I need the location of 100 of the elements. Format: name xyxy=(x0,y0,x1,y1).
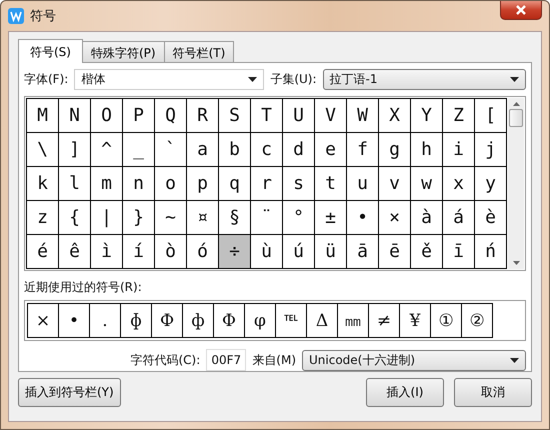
symbol-cell[interactable]: m xyxy=(91,167,123,201)
recent-symbol-cell[interactable]: ф xyxy=(183,304,214,337)
close-button[interactable] xyxy=(500,1,542,20)
symbol-cell[interactable]: e xyxy=(315,133,347,167)
symbol-cell[interactable]: ¨ xyxy=(251,201,283,235)
symbol-cell[interactable]: ù xyxy=(251,235,283,269)
cancel-button[interactable]: 取消 xyxy=(454,378,532,407)
scroll-down-icon[interactable] xyxy=(512,261,520,265)
symbol-cell[interactable]: ń xyxy=(475,235,507,269)
recent-symbol-cell[interactable]: ℡ xyxy=(276,304,307,337)
symbol-cell[interactable]: ú xyxy=(283,235,315,269)
from-dropdown[interactable]: Unicode(十六进制) xyxy=(302,350,526,370)
symbol-cell[interactable]: ° xyxy=(283,201,315,235)
recent-symbol-cell[interactable]: φ xyxy=(245,304,276,337)
recent-symbol-cell[interactable]: • xyxy=(59,304,90,337)
symbol-cell[interactable]: ¤ xyxy=(187,201,219,235)
symbol-cell[interactable]: Z xyxy=(443,99,475,133)
tab[interactable]: 符号(S) xyxy=(18,39,83,63)
symbol-cell[interactable]: R xyxy=(187,99,219,133)
symbol-cell[interactable]: v xyxy=(379,167,411,201)
symbol-cell[interactable]: y xyxy=(475,167,507,201)
symbol-cell[interactable]: ~ xyxy=(155,201,187,235)
symbol-cell[interactable]: n xyxy=(123,167,155,201)
symbol-cell[interactable]: • xyxy=(347,201,379,235)
symbol-cell[interactable]: ü xyxy=(315,235,347,269)
tab[interactable]: 特殊字符(P) xyxy=(82,41,165,62)
symbol-cell[interactable]: T xyxy=(251,99,283,133)
recent-symbol-cell[interactable]: Φ xyxy=(214,304,245,337)
symbol-cell[interactable]: u xyxy=(347,167,379,201)
symbol-cell[interactable]: V xyxy=(315,99,347,133)
symbol-cell[interactable]: ] xyxy=(59,133,91,167)
symbol-cell[interactable]: ī xyxy=(443,235,475,269)
symbol-cell[interactable]: é xyxy=(27,235,59,269)
recent-symbol-cell[interactable]: ① xyxy=(431,304,462,337)
symbol-cell[interactable]: § xyxy=(219,201,251,235)
symbol-cell[interactable]: ± xyxy=(315,201,347,235)
symbol-cell[interactable]: ā xyxy=(347,235,379,269)
symbol-cell[interactable]: ò xyxy=(155,235,187,269)
symbol-cell[interactable]: N xyxy=(59,99,91,133)
symbol-cell[interactable]: d xyxy=(283,133,315,167)
symbol-cell[interactable]: w xyxy=(411,167,443,201)
insert-button[interactable]: 插入(I) xyxy=(366,378,444,407)
symbol-cell[interactable]: j xyxy=(475,133,507,167)
symbol-cell[interactable]: ÷ xyxy=(219,235,251,269)
symbol-cell[interactable]: } xyxy=(123,201,155,235)
recent-symbol-cell[interactable]: Δ xyxy=(307,304,338,337)
symbol-cell[interactable]: \ xyxy=(27,133,59,167)
symbol-cell[interactable]: | xyxy=(91,201,123,235)
recent-symbol-cell[interactable]: ≠ xyxy=(369,304,400,337)
symbol-cell[interactable]: q xyxy=(219,167,251,201)
char-code-field[interactable]: 00F7 xyxy=(206,349,246,371)
insert-to-bar-button[interactable]: 插入到符号栏(Y) xyxy=(18,378,121,407)
symbol-cell[interactable]: x xyxy=(443,167,475,201)
symbol-cell[interactable]: c xyxy=(251,133,283,167)
symbol-cell[interactable]: W xyxy=(347,99,379,133)
symbol-cell[interactable]: S xyxy=(219,99,251,133)
symbol-cell[interactable]: i xyxy=(443,133,475,167)
scroll-thumb[interactable] xyxy=(509,109,523,127)
symbol-cell[interactable]: ó xyxy=(187,235,219,269)
tab[interactable]: 符号栏(T) xyxy=(164,41,234,62)
symbol-cell[interactable]: Q xyxy=(155,99,187,133)
symbol-cell[interactable]: ê xyxy=(59,235,91,269)
symbol-cell[interactable]: g xyxy=(379,133,411,167)
symbol-cell[interactable]: a xyxy=(187,133,219,167)
symbol-cell[interactable]: ` xyxy=(155,133,187,167)
symbol-cell[interactable]: ì xyxy=(91,235,123,269)
symbol-cell[interactable]: X xyxy=(379,99,411,133)
recent-symbol-cell[interactable]: ㎜ xyxy=(338,304,369,337)
symbol-cell[interactable]: ē xyxy=(379,235,411,269)
symbol-cell[interactable]: r xyxy=(251,167,283,201)
font-dropdown[interactable]: 楷体 xyxy=(74,69,264,90)
recent-symbol-cell[interactable]: ¥ xyxy=(400,304,431,337)
symbol-cell[interactable]: U xyxy=(283,99,315,133)
symbol-cell[interactable]: í xyxy=(123,235,155,269)
symbol-cell[interactable]: M xyxy=(27,99,59,133)
symbol-cell[interactable]: á xyxy=(443,201,475,235)
symbol-cell[interactable]: ^ xyxy=(91,133,123,167)
recent-symbol-cell[interactable]: ② xyxy=(462,304,493,337)
symbol-cell[interactable]: k xyxy=(27,167,59,201)
symbol-cell[interactable]: s xyxy=(283,167,315,201)
symbol-cell[interactable]: _ xyxy=(123,133,155,167)
symbol-cell[interactable]: p xyxy=(187,167,219,201)
symbol-cell[interactable]: × xyxy=(379,201,411,235)
subset-dropdown[interactable]: 拉丁语-1 xyxy=(322,69,526,90)
symbol-cell[interactable]: P xyxy=(123,99,155,133)
recent-symbol-cell[interactable]: × xyxy=(28,304,59,337)
symbol-cell[interactable]: f xyxy=(347,133,379,167)
symbol-cell[interactable]: t xyxy=(315,167,347,201)
symbol-cell[interactable]: O xyxy=(91,99,123,133)
symbol-cell[interactable]: [ xyxy=(475,99,507,133)
symbol-cell[interactable]: { xyxy=(59,201,91,235)
symbol-cell[interactable]: à xyxy=(411,201,443,235)
symbol-cell[interactable]: Y xyxy=(411,99,443,133)
symbol-cell[interactable]: è xyxy=(475,201,507,235)
recent-symbol-cell[interactable]: . xyxy=(90,304,121,337)
recent-symbol-cell[interactable]: ɸ xyxy=(121,304,152,337)
symbol-cell[interactable]: b xyxy=(219,133,251,167)
symbol-cell[interactable]: z xyxy=(27,201,59,235)
symbol-cell[interactable]: o xyxy=(155,167,187,201)
symbol-cell[interactable]: ě xyxy=(411,235,443,269)
